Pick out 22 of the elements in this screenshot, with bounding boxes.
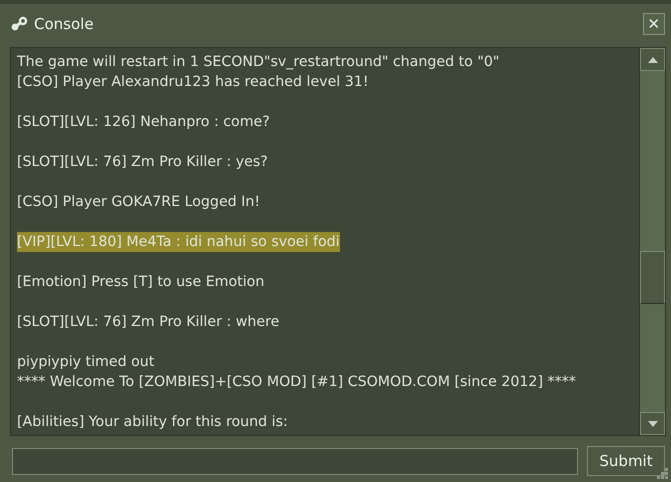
scrollbar-thumb[interactable] <box>640 251 665 304</box>
command-field[interactable] <box>12 448 578 474</box>
scroll-down-button[interactable] <box>640 412 665 435</box>
console-line: **** Welcome To [ZOMBIES]+[CSO MOD] [#1] CSOMOD.COM [since 2012] **** <box>17 373 576 392</box>
console-line: [SLOT][LVL: 76] Zm Pro Killer : yes? <box>17 153 268 172</box>
steam-icon <box>10 16 28 32</box>
console-line: [SLOT][LVL: 126] Nehanpro : come? <box>17 113 270 132</box>
up-arrow-icon <box>648 56 658 62</box>
window-title: Console <box>34 15 95 33</box>
scrollbar[interactable] <box>639 48 665 435</box>
submit-button[interactable]: Submit <box>587 446 665 476</box>
resize-grip-icon[interactable] <box>657 468 669 480</box>
down-arrow-icon <box>648 420 658 426</box>
console-line: [Emotion] Press [T] to use Emotion <box>17 273 264 292</box>
console-line: The game will restart in 1 SECOND"sv_restartround" changed to "0" <box>17 53 500 72</box>
console-line: [CSO] Player Alexandru123 has reached level 31! <box>17 73 369 92</box>
console-line: [SLOT][LVL: 76] Zm Pro Killer : where <box>17 313 280 332</box>
close-button[interactable]: ✕ <box>643 13 665 35</box>
console-line: [CSO] Player GOKA7RE Logged In! <box>17 193 260 212</box>
scroll-up-button[interactable] <box>640 48 665 71</box>
console-line: [Abilities] Your ability for this round is: <box>17 413 288 432</box>
console-line: piypiypiy timed out <box>17 353 154 372</box>
